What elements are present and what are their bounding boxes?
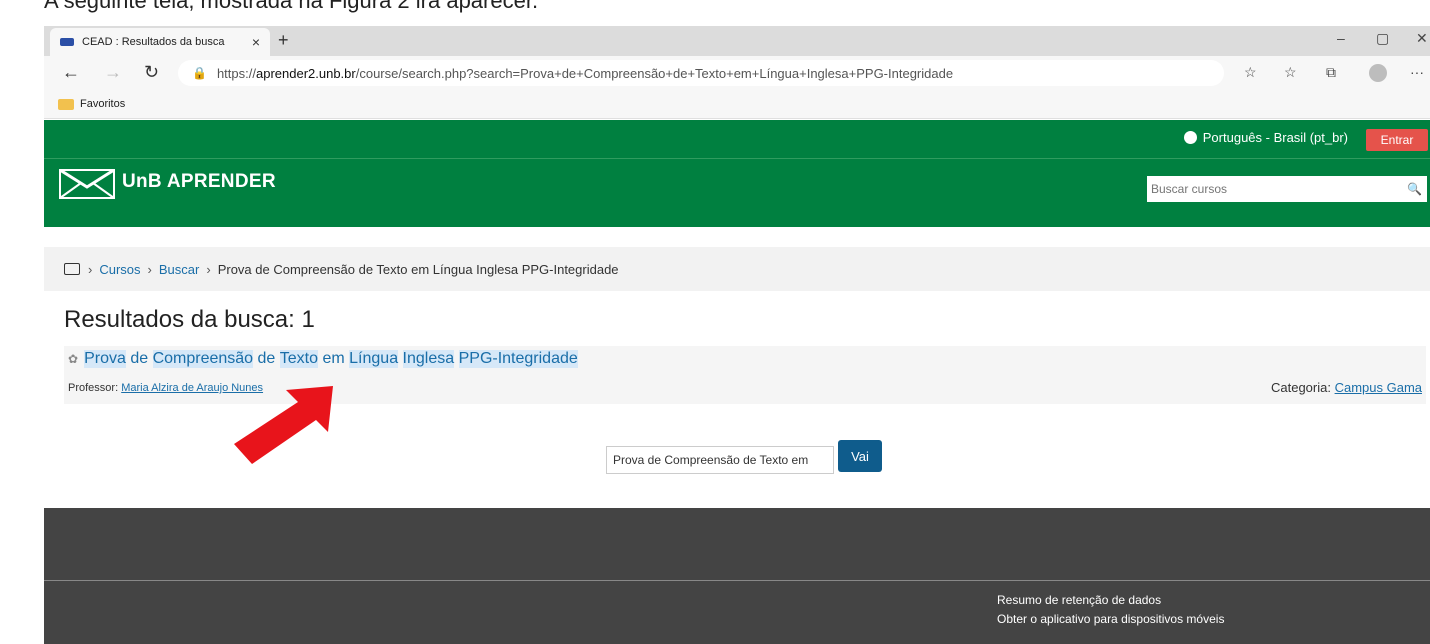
course-link[interactable]: ✿ Prova de Compreensão de Texto em Língu… [68, 350, 578, 368]
maximize-icon[interactable]: ▢ [1376, 30, 1389, 47]
back-icon[interactable]: ← [62, 62, 80, 83]
favorites-folder[interactable]: Favoritos [80, 98, 125, 110]
page-title: Resultados da busca: 1 [64, 306, 315, 333]
data-retention-link[interactable]: Resumo de retenção de dados [997, 593, 1161, 607]
add-favorite-icon[interactable]: ☆ [1244, 64, 1257, 81]
footer-top [44, 508, 1430, 581]
url-host: aprender2.unb.br [255, 65, 356, 81]
go-button[interactable]: Vai [838, 440, 882, 472]
course-title-word: em [322, 350, 345, 367]
caption-text: A seguinte tela, mostrada na Figura 2 ir… [44, 0, 539, 13]
course-title-word: Texto [279, 350, 319, 368]
category-info: Categoria: Campus Gama [1271, 380, 1422, 395]
folder-icon [58, 98, 74, 110]
search-again-input[interactable] [606, 446, 834, 474]
breadcrumb-separator: › [206, 261, 211, 277]
breadcrumb-buscar[interactable]: Buscar [159, 262, 199, 277]
language-label: Português - Brasil (pt_br) [1202, 130, 1348, 145]
course-title-word: Compreensão [152, 350, 254, 368]
favorites-icon[interactable]: ☆ [1284, 64, 1297, 81]
forward-icon[interactable]: → [104, 62, 122, 83]
breadcrumb: › Cursos › Buscar › Prova de Compreensão… [44, 247, 1430, 291]
course-search-input[interactable] [1147, 177, 1403, 201]
globe-icon [1183, 131, 1197, 144]
course-title-word: de [257, 350, 276, 367]
language-selector[interactable]: Português - Brasil (pt_br) [1183, 130, 1348, 145]
unb-logo-icon[interactable] [59, 169, 115, 199]
course-icon: ✿ [68, 352, 79, 366]
site-brand[interactable]: UnB APRENDER [122, 171, 276, 193]
mobile-app-link[interactable]: Obter o aplicativo para dispositivos móv… [997, 612, 1224, 626]
breadcrumb-cursos[interactable]: Cursos [99, 262, 140, 277]
site-topbar: Português - Brasil (pt_br) Entrar [44, 120, 1430, 159]
login-button[interactable]: Entrar [1366, 129, 1428, 151]
close-window-icon[interactable]: ✕ [1416, 30, 1428, 47]
folder-open-icon [64, 263, 80, 275]
breadcrumb-current: Prova de Compreensão de Texto em Língua … [217, 261, 619, 277]
course-title-word: Língua [349, 350, 399, 368]
course-title-word: Inglesa [402, 350, 455, 368]
footer: Resumo de retenção de dados Obter o apli… [44, 581, 1430, 644]
collections-icon[interactable]: ⧉ [1326, 64, 1336, 81]
course-title-word: Prova [84, 350, 126, 368]
search-icon[interactable]: 🔍 [1407, 182, 1422, 196]
close-tab-icon[interactable]: × [252, 34, 260, 50]
browser-window: CEAD : Resultados da busca × + – ▢ ✕ ← →… [44, 26, 1430, 644]
site-header: UnB APRENDER 🔍 [44, 159, 1430, 227]
lock-icon: 🔒 [192, 66, 207, 80]
breadcrumb-separator: › [88, 261, 93, 277]
course-title-word: PPG-Integridade [458, 350, 578, 368]
tab-bar: CEAD : Resultados da busca × + – ▢ ✕ [44, 26, 1430, 56]
course-title-word: de [130, 350, 149, 367]
category-link[interactable]: Campus Gama [1335, 380, 1422, 395]
url-path: /course/search.php?search=Prova+de+Compr… [355, 65, 954, 81]
browser-tab[interactable]: CEAD : Resultados da busca × [50, 28, 270, 56]
more-menu-icon[interactable]: ··· [1410, 64, 1424, 80]
course-search-box: 🔍 [1147, 176, 1427, 202]
breadcrumb-separator: › [147, 261, 152, 277]
address-row: ← → ↻ 🔒 https://aprender2.unb.br/course/… [44, 56, 1430, 90]
profile-avatar[interactable] [1369, 64, 1387, 82]
reload-icon[interactable]: ↻ [144, 62, 159, 83]
red-arrow-icon [234, 386, 333, 464]
favorites-bar: Favoritos [44, 90, 1430, 119]
site-favicon-icon [60, 38, 74, 46]
new-tab-icon[interactable]: + [278, 30, 289, 51]
minimize-icon[interactable]: – [1337, 30, 1345, 46]
teacher-label: Professor: [68, 382, 122, 394]
url-prefix: https:// [216, 65, 256, 81]
tab-title: CEAD : Resultados da busca [82, 36, 225, 48]
category-label: Categoria: [1270, 380, 1335, 395]
address-bar[interactable]: 🔒 https://aprender2.unb.br/course/search… [178, 60, 1224, 86]
